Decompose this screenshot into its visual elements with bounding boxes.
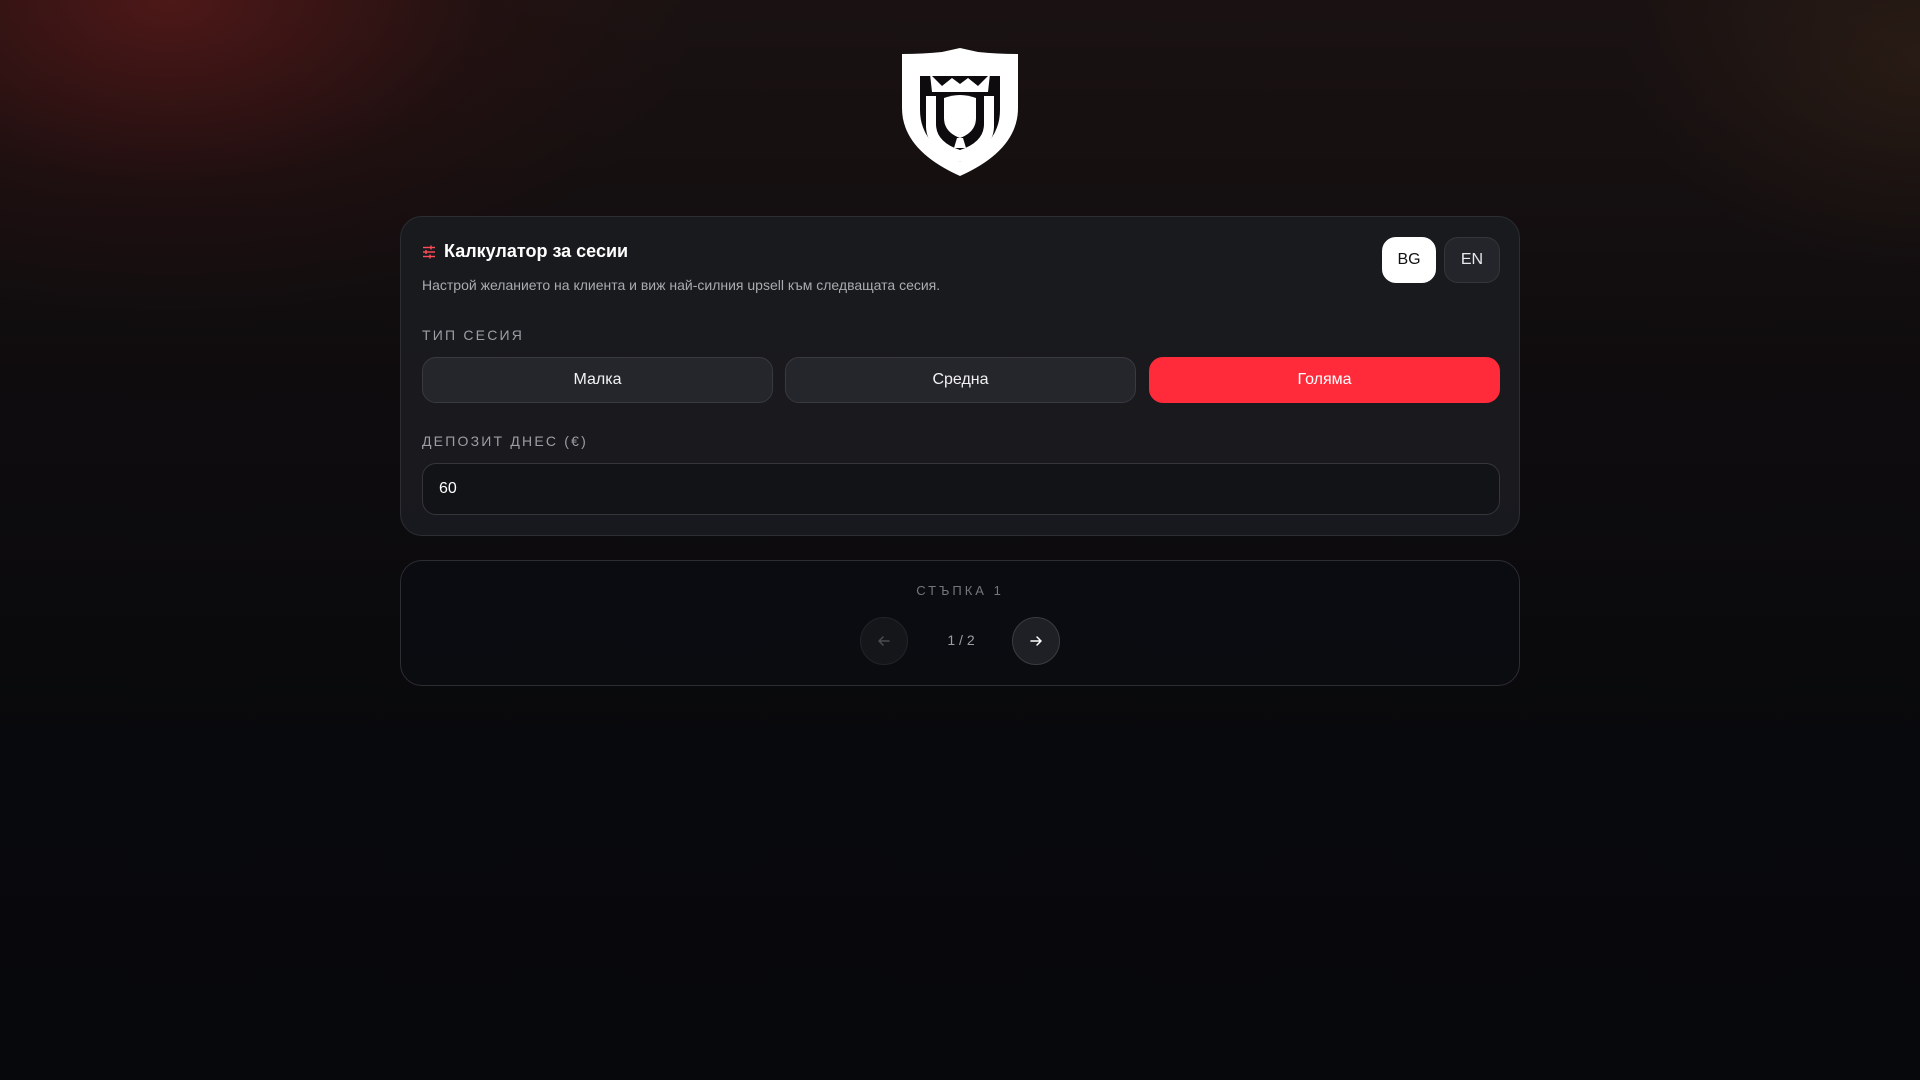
session-type-large-button[interactable]: Голяма: [1149, 357, 1500, 403]
brand-logo: [899, 46, 1021, 178]
calculator-header: Калкулатор за сесии: [422, 241, 628, 262]
next-step-button[interactable]: [1012, 617, 1060, 665]
step-navigation-card: СТЪПКА 1 1 / 2: [400, 560, 1520, 686]
sliders-icon: [423, 245, 435, 258]
session-type-medium-button[interactable]: Средна: [785, 357, 1136, 403]
shield-crown-logo-icon: [902, 48, 1018, 176]
language-bg-button[interactable]: BG: [1382, 237, 1436, 283]
session-type-small-button[interactable]: Малка: [422, 357, 773, 403]
deposit-input[interactable]: 60: [422, 463, 1500, 515]
calculator-subtitle: Настрой желанието на клиента и виж най-с…: [422, 277, 941, 293]
deposit-label: ДЕПОЗИТ ДНЕС (€): [422, 433, 588, 449]
session-type-label: ТИП СЕСИЯ: [422, 327, 525, 343]
previous-step-button[interactable]: [860, 617, 908, 665]
session-calculator-card: Калкулатор за сесии Настрой желанието на…: [400, 216, 1520, 536]
language-en-button[interactable]: EN: [1444, 237, 1500, 283]
arrow-left-icon: [878, 636, 890, 646]
page-indicator: 1 / 2: [947, 632, 975, 648]
step-label: СТЪПКА 1: [916, 583, 1004, 598]
calculator-title: Калкулатор за сесии: [444, 241, 629, 261]
arrow-right-icon: [1030, 636, 1042, 646]
